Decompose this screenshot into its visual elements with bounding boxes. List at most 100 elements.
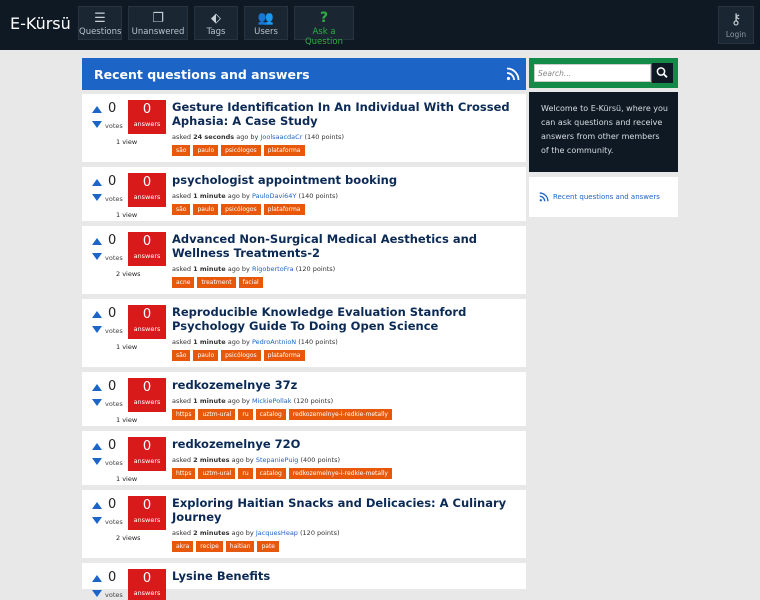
answers-label: answers: [133, 516, 161, 524]
tag[interactable]: paulo: [193, 350, 219, 361]
question-title[interactable]: Gesture Identification In An Individual …: [172, 100, 526, 128]
vote-down-icon[interactable]: [92, 458, 102, 465]
user-link[interactable]: PauloDavi64Y: [252, 192, 296, 200]
tag[interactable]: ru: [238, 409, 253, 420]
unanswered-icon: ❐: [152, 11, 164, 26]
tag[interactable]: https: [172, 409, 196, 420]
tag[interactable]: https: [172, 468, 196, 479]
list-item: 0 votes 0 answers 2 views Exploring Haitian S…: [82, 490, 526, 558]
tag[interactable]: psicólogos: [221, 145, 261, 156]
answer-count-box: 0 answers: [128, 378, 166, 412]
rss-icon[interactable]: [506, 67, 520, 81]
tag[interactable]: uztm-ural: [198, 468, 236, 479]
nav-ask-question[interactable]: ? Ask a Question: [294, 6, 354, 47]
tag[interactable]: plataforma: [263, 350, 305, 361]
vote-up-icon[interactable]: [92, 384, 102, 391]
vote-down-icon[interactable]: [92, 399, 102, 406]
vote-up-icon[interactable]: [92, 443, 102, 450]
vote-up-icon[interactable]: [92, 238, 102, 245]
answer-count: 0: [142, 175, 152, 190]
vote-down-icon[interactable]: [92, 121, 102, 128]
user-points: (140 points): [304, 133, 344, 141]
vote-box: 0 votes: [88, 173, 128, 207]
tag[interactable]: uztm-ural: [198, 409, 236, 420]
tag[interactable]: são: [172, 350, 191, 361]
user-link[interactable]: RigobertoFra: [252, 265, 294, 273]
ago-by-label: ago by: [227, 338, 250, 346]
search-input[interactable]: Search...: [534, 64, 651, 82]
vote-up-icon[interactable]: [92, 106, 102, 113]
question-title[interactable]: redkozemelnye 37z: [172, 378, 526, 392]
tag[interactable]: recipe: [196, 541, 223, 552]
vote-count: 0: [108, 438, 117, 453]
user-link[interactable]: JoolsaacdaCr: [260, 133, 302, 141]
tag[interactable]: pate: [257, 541, 279, 552]
tag[interactable]: paulo: [193, 204, 219, 215]
tag[interactable]: plataforma: [263, 204, 305, 215]
login-button[interactable]: ⚷ Login: [718, 6, 754, 44]
vote-up-icon[interactable]: [92, 179, 102, 186]
nav-label: Questions: [79, 27, 122, 37]
vote-count: 0: [108, 174, 117, 189]
vote-up-icon[interactable]: [92, 502, 102, 509]
nav-tags[interactable]: ⬖ Tags: [194, 6, 238, 40]
user-link[interactable]: PedroAntnioN: [252, 338, 296, 346]
tag-list: são paulo psicólogos plataforma: [172, 145, 526, 156]
tag[interactable]: catalog: [255, 468, 286, 479]
tag[interactable]: ru: [238, 468, 253, 479]
asked-label: asked: [172, 133, 192, 141]
asked-time: 1 minute: [193, 397, 226, 405]
site-logo[interactable]: E-Kürsü: [10, 14, 71, 33]
answer-count: 0: [142, 439, 152, 454]
vote-count: 0: [108, 497, 117, 512]
welcome-panel: Welcome to E-Kürsü, where you can ask qu…: [529, 92, 678, 172]
answer-count-box: 0 answers: [128, 496, 166, 530]
tag[interactable]: acne: [172, 277, 195, 288]
vote-down-icon[interactable]: [92, 590, 102, 597]
list-item: 0 votes 0 answers 2 views Advanced Non-Surgic…: [82, 226, 526, 294]
asked-label: asked: [172, 338, 192, 346]
question-meta: asked 1 minute ago by RigobertoFra (120 …: [172, 265, 526, 273]
vote-up-icon[interactable]: [92, 311, 102, 318]
tag[interactable]: redkozemelnye-i-redkie-metally: [288, 468, 392, 479]
tag[interactable]: treatment: [197, 277, 236, 288]
feed-link[interactable]: Recent questions and answers: [539, 192, 660, 202]
user-link[interactable]: StepaniePuig: [256, 456, 299, 464]
question-title[interactable]: Reproducible Knowledge Evaluation Stanfo…: [172, 305, 526, 333]
tag[interactable]: haitian: [225, 541, 255, 552]
nav-users[interactable]: 👥 Users: [244, 6, 288, 40]
nav-unanswered[interactable]: ❐ Unanswered: [128, 6, 188, 40]
question-title[interactable]: Lysine Benefits: [172, 569, 526, 583]
search-button[interactable]: [652, 63, 673, 83]
vote-down-icon[interactable]: [92, 326, 102, 333]
vote-down-icon[interactable]: [92, 517, 102, 524]
tag[interactable]: redkozemelnye-i-redkie-metally: [288, 409, 392, 420]
nav-questions[interactable]: ☰ Questions: [78, 6, 122, 40]
asked-label: asked: [172, 397, 192, 405]
tag[interactable]: plataforma: [263, 145, 305, 156]
user-link[interactable]: JacquesHeap: [256, 529, 298, 537]
tag[interactable]: são: [172, 204, 191, 215]
question-title[interactable]: redkozemelnye 72O: [172, 437, 526, 451]
question-list: 0 votes 0 answers 1 view Gesture Identificati…: [82, 94, 526, 600]
nav-label: Ask a Question: [304, 27, 344, 47]
vote-box: 0 votes: [88, 232, 128, 266]
question-meta: asked 24 seconds ago by JoolsaacdaCr (14…: [172, 133, 526, 141]
question-title[interactable]: Exploring Haitian Snacks and Delicacies:…: [172, 496, 526, 524]
tag[interactable]: facial: [238, 277, 263, 288]
vote-up-icon[interactable]: [92, 575, 102, 582]
question-title[interactable]: Advanced Non-Surgical Medical Aesthetics…: [172, 232, 526, 260]
tag[interactable]: psicólogos: [221, 350, 261, 361]
list-item: 0 votes 0 answers 1 view Reproducible Knowled…: [82, 299, 526, 367]
vote-down-icon[interactable]: [92, 253, 102, 260]
tag[interactable]: são: [172, 145, 191, 156]
tag[interactable]: akra: [172, 541, 194, 552]
user-link[interactable]: MickiePollak: [252, 397, 292, 405]
tag[interactable]: psicólogos: [221, 204, 261, 215]
vote-down-icon[interactable]: [92, 194, 102, 201]
tag[interactable]: paulo: [193, 145, 219, 156]
tag[interactable]: catalog: [255, 409, 286, 420]
question-title[interactable]: psychologist appointment booking: [172, 173, 526, 187]
vote-box: 0 votes: [88, 305, 128, 339]
question-meta: asked 2 minutes ago by StepaniePuig (400…: [172, 456, 526, 464]
